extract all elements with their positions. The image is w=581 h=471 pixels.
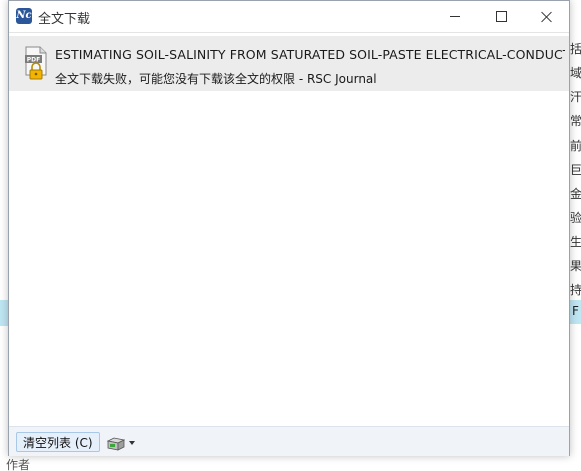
background-text: 域 — [570, 66, 581, 80]
window-title: 全文下载 — [38, 12, 91, 27]
close-icon — [541, 11, 553, 23]
pdf-locked-icon: PDF — [25, 46, 47, 80]
background-text: 金 — [570, 187, 581, 201]
background-text: 生 — [570, 235, 581, 249]
background-app-left — [0, 0, 8, 471]
maximize-button[interactable] — [478, 1, 524, 32]
download-item[interactable]: PDF ESTIMATING SOIL-SALINITY FROM SATURA… — [9, 36, 569, 91]
background-text: 巨 — [570, 163, 581, 177]
download-item-title: ESTIMATING SOIL-SALINITY FROM SATURATED … — [55, 47, 565, 62]
background-text: F — [572, 304, 579, 318]
minimize-button[interactable] — [432, 1, 478, 32]
chevron-down-icon — [129, 441, 135, 445]
background-text: 作者 — [6, 458, 31, 471]
background-text: 果 — [570, 259, 581, 273]
dialog-footer: 清空列表 (C) — [9, 426, 569, 456]
background-selected-row-right: F — [570, 300, 581, 324]
clear-list-button[interactable]: 清空列表 (C) — [16, 432, 100, 452]
device-dropdown-button[interactable] — [107, 434, 135, 452]
background-text: 汗 — [570, 90, 581, 104]
background-text: 前 — [570, 139, 581, 153]
svg-text:PDF: PDF — [27, 57, 40, 64]
background-text: 持 — [570, 283, 581, 297]
maximize-icon — [495, 11, 507, 22]
background-text: 验 — [570, 211, 581, 225]
background-text: 括 — [570, 42, 581, 56]
background-text: 常 — [570, 114, 581, 128]
download-list[interactable]: PDF ESTIMATING SOIL-SALINITY FROM SATURA… — [9, 32, 569, 427]
background-app-right: 括 域 汗 常 前 巨 金 验 生 果 持 — [570, 0, 581, 471]
background-app-bottom: 作者 — [0, 456, 581, 471]
background-selected-row-left — [0, 300, 8, 326]
device-dropdown-icon — [107, 437, 125, 451]
minimize-icon — [450, 16, 460, 17]
download-dialog: Nc 全文下载 PDF ESTIMATING SOIL-SALINITY FRO… — [8, 0, 570, 456]
download-item-status: 全文下载失败，可能您没有下载该全文的权限 - RSC Journal — [55, 72, 377, 86]
close-button[interactable] — [524, 1, 570, 32]
app-logo-icon: Nc — [16, 8, 32, 24]
title-bar[interactable]: Nc 全文下载 — [9, 1, 569, 32]
